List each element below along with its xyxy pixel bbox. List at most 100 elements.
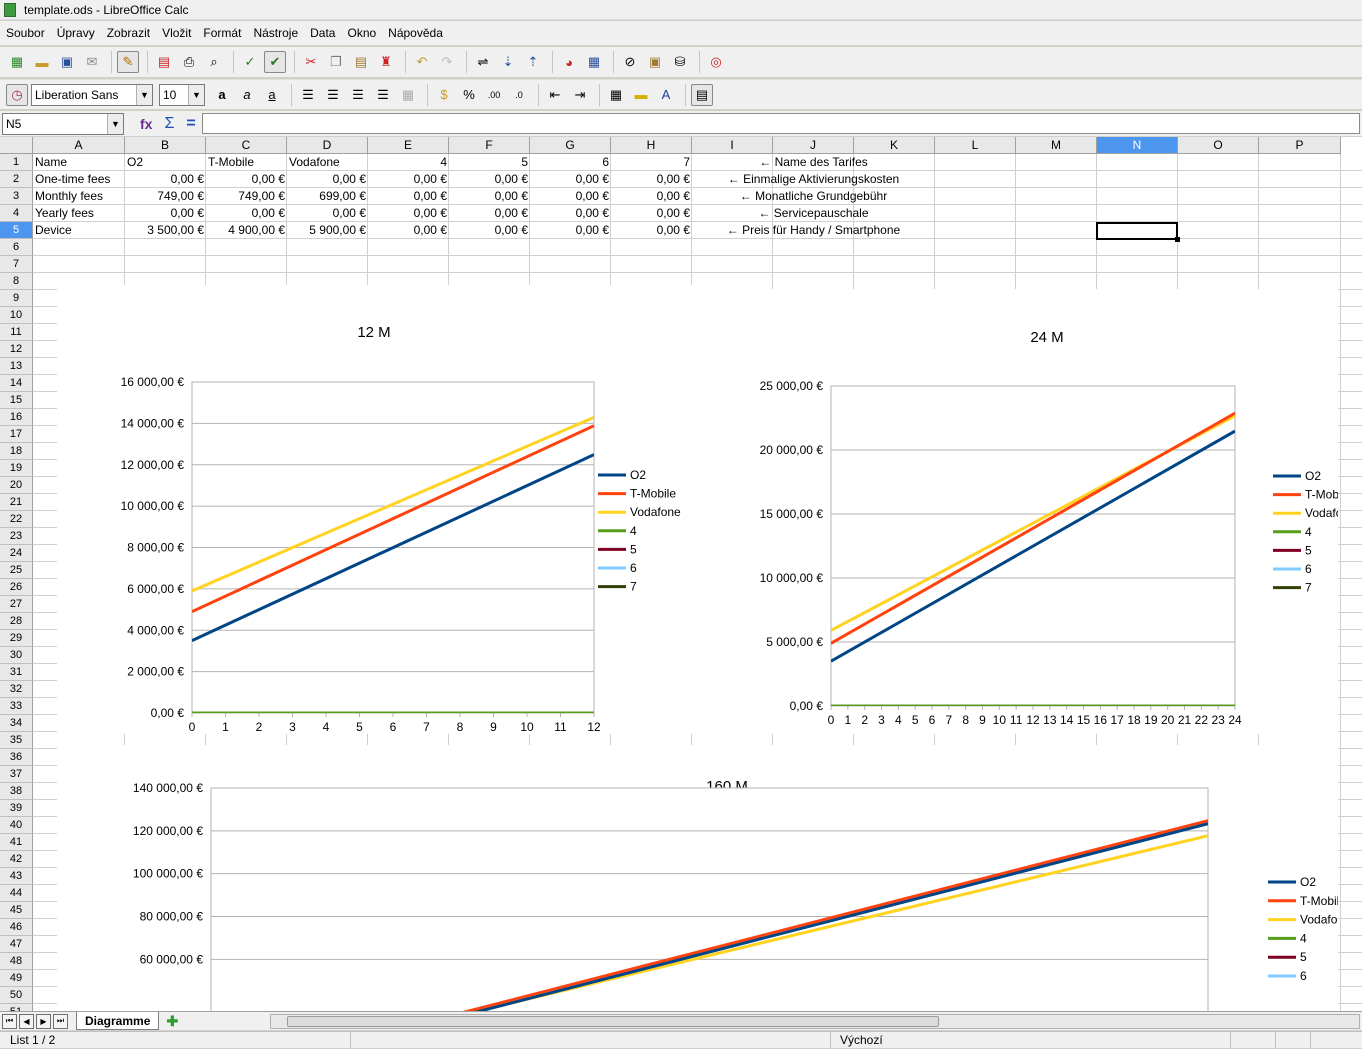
- column-header[interactable]: H: [611, 137, 692, 154]
- column-header[interactable]: D: [287, 137, 368, 154]
- open-folder-icon[interactable]: ▬: [31, 51, 53, 73]
- note-cell[interactable]: ← Monatliche Grundgebühr: [692, 188, 935, 205]
- table-cell[interactable]: 5: [449, 154, 530, 171]
- bold-icon[interactable]: a: [211, 84, 233, 106]
- table-cell[interactable]: Yearly fees: [33, 205, 125, 222]
- styles-icon[interactable]: ◷: [6, 83, 28, 106]
- table-cell[interactable]: 0,00 €: [530, 188, 611, 205]
- sort-descending-icon[interactable]: ⇡: [522, 51, 544, 73]
- column-header[interactable]: J: [773, 137, 854, 154]
- row-header[interactable]: 38: [0, 783, 33, 800]
- row-header[interactable]: 50: [0, 987, 33, 1004]
- cell-cursor-n5[interactable]: [1096, 222, 1180, 242]
- table-cell[interactable]: 0,00 €: [449, 205, 530, 222]
- row-header[interactable]: 36: [0, 749, 33, 766]
- delete-decimal-icon[interactable]: .0: [508, 84, 530, 106]
- table-cell[interactable]: 0,00 €: [449, 188, 530, 205]
- table-cell[interactable]: 749,00 €: [125, 188, 206, 205]
- column-header[interactable]: C: [206, 137, 287, 154]
- row-header[interactable]: 19: [0, 460, 33, 477]
- row-header[interactable]: 21: [0, 494, 33, 511]
- fill-handle[interactable]: [1175, 237, 1180, 242]
- row-header[interactable]: 40: [0, 817, 33, 834]
- chevron-down-icon[interactable]: ▼: [136, 84, 152, 105]
- table-cell[interactable]: 749,00 €: [206, 188, 287, 205]
- menu-format[interactable]: Formát: [203, 26, 241, 40]
- email-icon[interactable]: ✉: [81, 51, 103, 73]
- row-header[interactable]: 42: [0, 851, 33, 868]
- sum-icon[interactable]: Σ: [164, 115, 174, 133]
- row-header[interactable]: 17: [0, 426, 33, 443]
- first-sheet-icon[interactable]: ⏮: [2, 1013, 17, 1029]
- table-cell[interactable]: 0,00 €: [368, 222, 449, 239]
- increase-indent-icon[interactable]: ⇥: [569, 84, 591, 106]
- align-right-icon[interactable]: ☰: [347, 84, 369, 106]
- row-header[interactable]: 23: [0, 528, 33, 545]
- row-header[interactable]: 33: [0, 698, 33, 715]
- hyperlink-icon[interactable]: ⇌: [472, 51, 494, 73]
- insert-chart-icon[interactable]: ◕: [558, 51, 580, 73]
- table-cell[interactable]: 0,00 €: [611, 205, 692, 222]
- column-header[interactable]: M: [1016, 137, 1097, 154]
- row-header[interactable]: 5: [0, 222, 33, 239]
- scrollbar-thumb[interactable]: [287, 1016, 939, 1027]
- row-header[interactable]: 3: [0, 188, 33, 205]
- note-cell[interactable]: ← Einmalige Aktivierungskosten: [692, 171, 935, 188]
- align-left-icon[interactable]: ☰: [297, 84, 319, 106]
- column-header[interactable]: L: [935, 137, 1016, 154]
- merge-cells-icon[interactable]: ▦: [397, 84, 419, 106]
- row-header[interactable]: 41: [0, 834, 33, 851]
- table-cell[interactable]: One-time fees: [33, 171, 125, 188]
- last-sheet-icon[interactable]: ⏭: [53, 1013, 68, 1029]
- row-header[interactable]: 48: [0, 953, 33, 970]
- table-cell[interactable]: 0,00 €: [368, 188, 449, 205]
- row-header[interactable]: 34: [0, 715, 33, 732]
- format-paintbrush-icon[interactable]: ♜: [375, 51, 397, 73]
- formula-input[interactable]: [201, 113, 1360, 134]
- formula-icon[interactable]: =: [186, 115, 195, 133]
- chart-160m[interactable]: 160 M 60 000,00 €80 000,00 €100 000,00 €1…: [57, 745, 1351, 1011]
- table-cell[interactable]: 0,00 €: [368, 205, 449, 222]
- row-header[interactable]: 30: [0, 647, 33, 664]
- note-cell[interactable]: ← Name des Tarifes: [692, 154, 935, 171]
- underline-icon[interactable]: a: [261, 84, 283, 106]
- row-header[interactable]: 32: [0, 681, 33, 698]
- add-sheet-icon[interactable]: ✚: [163, 1013, 181, 1029]
- table-cell[interactable]: Device: [33, 222, 125, 239]
- sheet-tab-diagramme[interactable]: Diagramme: [76, 1012, 160, 1030]
- justify-icon[interactable]: ☰: [372, 84, 394, 106]
- currency-format-icon[interactable]: $: [433, 84, 455, 106]
- row-header[interactable]: 7: [0, 256, 33, 273]
- percent-format-icon[interactable]: %: [458, 84, 480, 106]
- menu-okno[interactable]: Okno: [347, 26, 376, 40]
- table-cell[interactable]: 5 900,00 €: [287, 222, 368, 239]
- row-header[interactable]: 27: [0, 596, 33, 613]
- row-header[interactable]: 49: [0, 970, 33, 987]
- borders-icon[interactable]: ▦: [605, 84, 627, 106]
- table-cell[interactable]: 0,00 €: [125, 205, 206, 222]
- row-header[interactable]: 51: [0, 1004, 33, 1011]
- column-header[interactable]: O: [1178, 137, 1259, 154]
- align-center-icon[interactable]: ☰: [322, 84, 344, 106]
- print-icon[interactable]: ⎙: [178, 51, 200, 73]
- chevron-down-icon[interactable]: ▼: [188, 84, 204, 105]
- font-size-combo[interactable]: 10 ▼: [159, 83, 205, 106]
- row-header[interactable]: 26: [0, 579, 33, 596]
- row-header[interactable]: 8: [0, 273, 33, 290]
- row-header[interactable]: 35: [0, 732, 33, 749]
- note-cell[interactable]: ← Preis für Handy / Smartphone: [692, 222, 935, 239]
- note-cell[interactable]: ← Servicepauschale: [692, 205, 935, 222]
- navigator-icon[interactable]: ⊘: [619, 51, 641, 73]
- menu-napoveda[interactable]: Nápověda: [388, 26, 443, 40]
- row-header[interactable]: 20: [0, 477, 33, 494]
- number-format-icon[interactable]: .00: [483, 84, 505, 106]
- row-header[interactable]: 13: [0, 358, 33, 375]
- cell-grid[interactable]: Name O2 T-Mobile Vodafone 4 5 6 7 ← Name des Tar…: [33, 154, 1362, 1011]
- name-box[interactable]: N5 ▼: [2, 112, 124, 135]
- menu-nastroje[interactable]: Nástroje: [253, 26, 298, 40]
- menu-vlozit[interactable]: Vložit: [162, 26, 191, 40]
- row-header[interactable]: 10: [0, 307, 33, 324]
- chart-24m[interactable]: 24 M 0,00 € 5 000,00 € 10 000,00 € 15 000,00…: [695, 289, 1356, 734]
- column-header[interactable]: K: [854, 137, 935, 154]
- table-cell[interactable]: 0,00 €: [530, 222, 611, 239]
